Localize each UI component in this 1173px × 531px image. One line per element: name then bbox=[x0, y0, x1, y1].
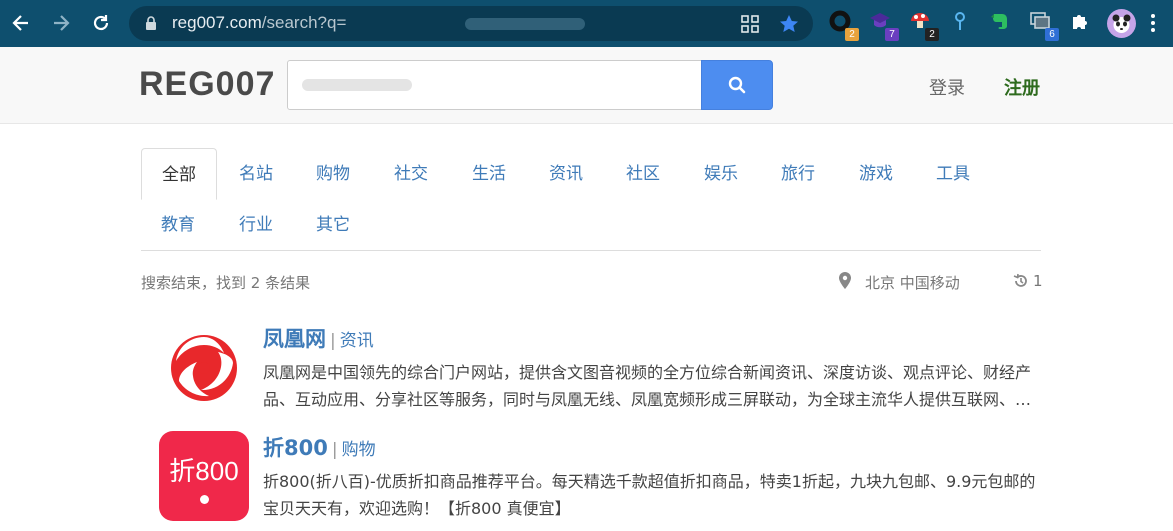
forward-button[interactable] bbox=[46, 8, 76, 38]
arrow-right-icon bbox=[54, 15, 70, 31]
reload-button[interactable] bbox=[86, 8, 116, 38]
search-button[interactable] bbox=[701, 60, 773, 110]
mushroom-extension-icon[interactable]: 2 bbox=[909, 10, 939, 41]
result-category[interactable]: 资讯 bbox=[340, 331, 374, 351]
evernote-extension-icon[interactable] bbox=[989, 10, 1015, 36]
tab-shopping[interactable]: 购物 bbox=[303, 148, 363, 200]
result-description: 折800(折八百)-优质折扣商品推荐平台。每天精选千款超值折扣商品，特卖1折起，… bbox=[263, 472, 1036, 518]
result-name[interactable]: 凤凰网 bbox=[263, 327, 326, 351]
history-count: 1 bbox=[1033, 272, 1043, 290]
tab-community[interactable]: 社区 bbox=[613, 148, 673, 200]
search-icon bbox=[728, 76, 746, 94]
zhe800-logo-text: 折800 bbox=[169, 456, 239, 486]
history-icon[interactable] bbox=[1013, 273, 1029, 289]
search-summary: 搜索结束，找到 2 条结果 bbox=[141, 274, 311, 292]
reload-icon bbox=[93, 15, 109, 31]
user-location: 北京 中国移动 bbox=[865, 274, 960, 292]
result-description: 凤凰网是中国领先的综合门户网站，提供含文图音视频的全方位综合新闻资讯、深度访谈、… bbox=[263, 363, 1032, 409]
tab-news[interactable]: 资讯 bbox=[536, 148, 596, 200]
result-name[interactable]: 折800 bbox=[263, 436, 328, 460]
back-button[interactable] bbox=[6, 8, 36, 38]
tab-games[interactable]: 游戏 bbox=[846, 148, 906, 200]
zhe800-logo-dot bbox=[200, 495, 209, 504]
profile-avatar[interactable] bbox=[1107, 9, 1136, 38]
extension-badge: 2 bbox=[845, 28, 859, 41]
ring-extension-icon[interactable]: 2 bbox=[829, 10, 859, 41]
result-logo-zhe800[interactable]: 折800 bbox=[159, 431, 249, 521]
login-link[interactable]: 登录 bbox=[929, 74, 965, 100]
browser-menu-button[interactable] bbox=[1150, 12, 1156, 34]
extension-badge: 6 bbox=[1045, 28, 1059, 41]
register-link[interactable]: 注册 bbox=[1004, 74, 1040, 100]
graduation-cap-extension-icon[interactable]: 7 bbox=[869, 10, 899, 41]
tab-life[interactable]: 生活 bbox=[459, 148, 519, 200]
lock-icon bbox=[146, 16, 156, 30]
site-header: REG007 登录 注册 bbox=[0, 47, 1173, 124]
tab-social[interactable]: 社交 bbox=[381, 148, 441, 200]
result-title-zhe800[interactable]: 折800 | 购物 bbox=[263, 432, 376, 462]
url-text: reg007.com/search?q= bbox=[172, 13, 347, 32]
tab-all[interactable]: 全部 bbox=[141, 148, 217, 200]
tab-education[interactable]: 教育 bbox=[148, 199, 208, 251]
tab-travel[interactable]: 旅行 bbox=[768, 148, 828, 200]
tab-famous-sites[interactable]: 名站 bbox=[226, 148, 286, 200]
search-redaction bbox=[302, 79, 412, 91]
result-category[interactable]: 购物 bbox=[342, 440, 376, 460]
puzzle-extensions-icon[interactable] bbox=[1069, 10, 1095, 36]
phoenix-logo-icon bbox=[171, 335, 237, 401]
extension-badge: 2 bbox=[925, 28, 939, 41]
pin-extension-icon[interactable] bbox=[949, 10, 975, 36]
arrow-left-icon bbox=[12, 15, 28, 31]
url-redaction bbox=[465, 18, 585, 30]
tabs-extension-icon[interactable]: 6 bbox=[1029, 10, 1059, 41]
tab-entertainment[interactable]: 娱乐 bbox=[691, 148, 751, 200]
qr-code-icon[interactable] bbox=[740, 14, 760, 34]
extension-badge: 7 bbox=[885, 28, 899, 41]
tab-other[interactable]: 其它 bbox=[303, 199, 363, 251]
bookmark-star-icon[interactable] bbox=[779, 14, 799, 34]
address-bar[interactable]: reg007.com/search?q= bbox=[129, 6, 813, 41]
tab-tools[interactable]: 工具 bbox=[923, 148, 983, 200]
browser-toolbar: reg007.com/search?q= 2 7 2 6 bbox=[0, 0, 1173, 47]
tab-industry[interactable]: 行业 bbox=[226, 199, 286, 251]
category-tabs: 全部 名站 购物 社交 生活 资讯 社区 娱乐 旅行 游戏 工具 教育 行业 其… bbox=[141, 148, 1041, 251]
map-pin-icon bbox=[839, 272, 851, 289]
result-logo-ifeng[interactable] bbox=[159, 323, 249, 413]
result-title-ifeng[interactable]: 凤凰网 | 资讯 bbox=[263, 323, 374, 353]
site-logo[interactable]: REG007 bbox=[139, 65, 275, 104]
